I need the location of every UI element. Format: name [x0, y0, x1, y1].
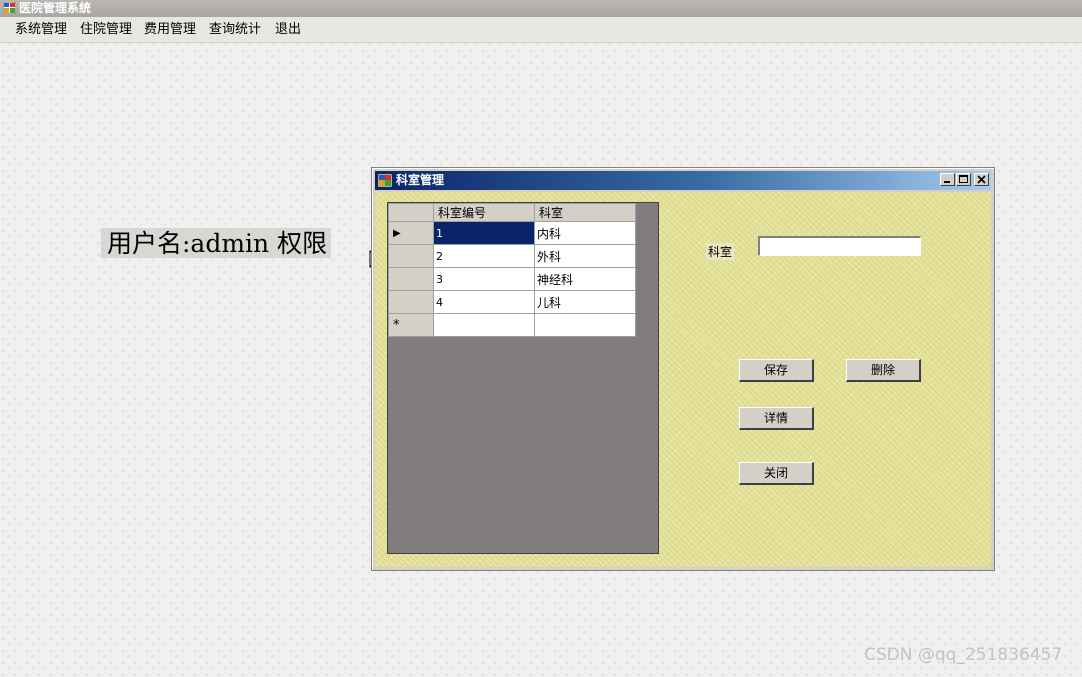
new-row-asterisk-icon: *	[393, 317, 400, 333]
table-row[interactable]: ▶ 1 内科	[388, 221, 636, 245]
maximize-button[interactable]	[956, 173, 971, 186]
app-titlebar: 医院管理系统	[0, 0, 1082, 17]
new-row[interactable]: *	[388, 313, 636, 337]
cell-dept-id[interactable]: 4	[433, 290, 535, 314]
csdn-watermark: CSDN @qq_251836457	[864, 645, 1063, 665]
menu-exit[interactable]: 退出	[275, 17, 301, 42]
grid-corner-header[interactable]	[388, 203, 434, 222]
delete-button[interactable]: 删除	[846, 359, 921, 382]
row-pointer-icon: ▶	[393, 227, 401, 239]
row-header[interactable]	[388, 267, 434, 291]
details-button[interactable]: 详情	[739, 407, 814, 430]
row-header[interactable]	[388, 290, 434, 314]
table-row[interactable]: 4 儿科	[388, 290, 636, 314]
department-window-title: 科室管理	[396, 173, 445, 187]
cell-dept-name[interactable]: 外科	[534, 244, 636, 268]
department-grid[interactable]: 科室编号 科室 ▶ 1 内科 2 外科 3 神经科 4 儿科 *	[387, 202, 659, 554]
new-row-header[interactable]: *	[388, 313, 434, 337]
department-window-client: 科室编号 科室 ▶ 1 内科 2 外科 3 神经科 4 儿科 * 科室 保存 删…	[375, 192, 991, 567]
app-title: 医院管理系统	[19, 1, 92, 15]
close-window-button[interactable]	[974, 173, 989, 186]
table-row[interactable]: 2 外科	[388, 244, 636, 268]
department-field-label: 科室	[706, 243, 735, 260]
menubar: 系统管理 住院管理 费用管理 查询统计 退出	[0, 17, 1082, 43]
cell-dept-name[interactable]: 儿科	[534, 290, 636, 314]
window-icon	[378, 174, 392, 187]
menu-fees[interactable]: 费用管理	[144, 17, 196, 42]
cell-dept-name[interactable]: 内科	[534, 221, 636, 245]
user-info-label: 用户名:admin 权限	[101, 228, 332, 258]
department-window-titlebar[interactable]: 科室管理	[375, 171, 991, 190]
grid-header-dept-id[interactable]: 科室编号	[433, 203, 535, 222]
cell-dept-id[interactable]: 3	[433, 267, 535, 291]
close-icon	[977, 175, 986, 184]
table-row[interactable]: 3 神经科	[388, 267, 636, 291]
cell-dept-id[interactable]: 1	[433, 221, 535, 245]
minimize-icon	[944, 181, 950, 183]
app-icon	[3, 2, 16, 14]
maximize-icon	[959, 175, 968, 183]
close-button[interactable]: 关闭	[739, 462, 814, 485]
new-row-cell-dept-id[interactable]	[433, 313, 535, 337]
menu-system[interactable]: 系统管理	[15, 17, 67, 42]
grid-header-dept-name[interactable]: 科室	[534, 203, 636, 222]
department-window: 科室管理 科室编号 科室 ▶ 1 内科 2 外科 3 神经科 4 儿科 * 科室…	[371, 167, 995, 571]
new-row-cell-dept-name[interactable]	[534, 313, 636, 337]
menu-inpatient[interactable]: 住院管理	[80, 17, 132, 42]
save-button[interactable]: 保存	[739, 359, 814, 382]
cell-dept-name[interactable]: 神经科	[534, 267, 636, 291]
cell-dept-id[interactable]: 2	[433, 244, 535, 268]
department-input[interactable]	[758, 236, 921, 256]
minimize-button[interactable]	[940, 173, 955, 186]
row-header[interactable]	[388, 244, 434, 268]
menu-query-stats[interactable]: 查询统计	[209, 17, 261, 42]
row-header-current[interactable]: ▶	[388, 221, 434, 245]
